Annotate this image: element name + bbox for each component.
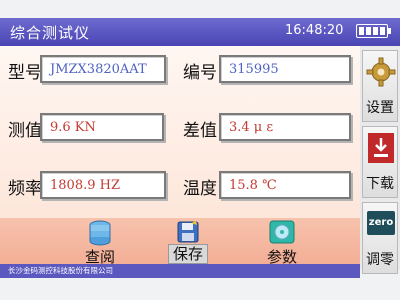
save-button[interactable]: 保存 [168, 220, 208, 264]
serial-field[interactable]: 315995 [219, 55, 351, 83]
gear-icon [366, 57, 396, 87]
query-button[interactable]: 查阅 [80, 220, 120, 266]
frequency-label: 频率 [8, 179, 42, 199]
title-bar: 综合测试仪 16:48:20 [0, 18, 400, 46]
save-label: 保存 [168, 244, 208, 264]
measured-field: 9.6 KN [40, 113, 164, 141]
serial-label: 编号 [183, 63, 217, 83]
params-button[interactable]: 参数 [262, 220, 302, 266]
floppy-disk-icon [177, 221, 199, 243]
difference-label: 差值 [183, 121, 217, 141]
device-screen: 综合测试仪 16:48:20 型号 JMZX3820AAT 编号 315995 … [0, 18, 400, 278]
disc-icon [269, 220, 295, 244]
clock: 16:48:20 [285, 23, 344, 38]
company-footer: 长沙金码测控科技股份有限公司 [0, 264, 360, 278]
zero-icon: zero [367, 211, 395, 235]
model-label: 型号 [8, 63, 42, 83]
database-icon [89, 220, 111, 246]
difference-field: 3.4 μ ε [219, 113, 351, 141]
settings-button[interactable]: 设置 [362, 50, 398, 122]
download-button[interactable]: 下载 [362, 126, 398, 198]
measurement-panel: 型号 JMZX3820AAT 编号 315995 测值 9.6 KN 差值 3.… [0, 46, 360, 218]
temperature-field: 15.8 ℃ [219, 171, 351, 199]
battery-icon [356, 24, 391, 38]
measured-label: 测值 [8, 121, 42, 141]
settings-label: 设置 [366, 100, 394, 116]
temperature-label: 温度 [183, 179, 217, 199]
bottom-toolbar: 查阅 保存 参数 [0, 218, 360, 266]
frequency-field: 1808.9 HZ [40, 171, 166, 199]
zero-label: 调零 [366, 252, 394, 268]
side-panel: 设置 下载 zero 调零 [360, 46, 400, 274]
model-field[interactable]: JMZX3820AAT [40, 55, 166, 83]
app-title: 综合测试仪 [10, 24, 91, 42]
download-label: 下载 [366, 176, 394, 192]
zero-button[interactable]: zero 调零 [362, 202, 398, 274]
download-icon [368, 133, 394, 163]
